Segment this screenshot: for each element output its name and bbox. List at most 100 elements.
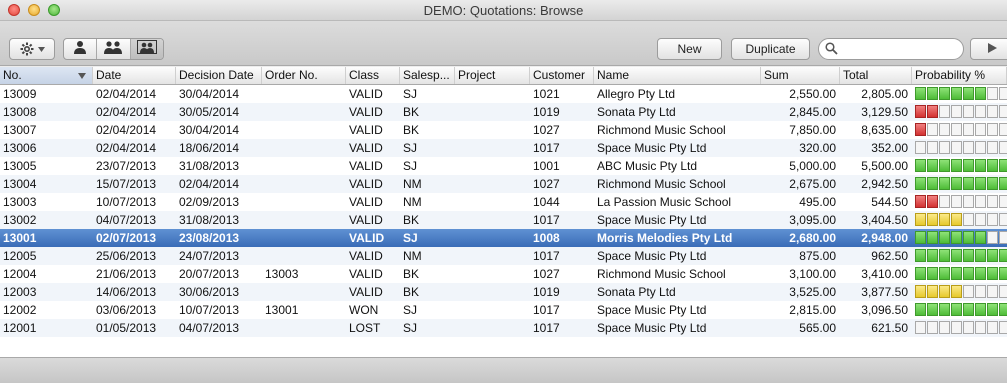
table-row[interactable]: 13004 15/07/2013 02/04/2014 VALID NM 1027 Rich… xyxy=(0,175,1007,193)
column-header-sum[interactable]: Sum xyxy=(761,67,840,84)
cell-order xyxy=(262,319,346,337)
table-row[interactable]: 13009 02/04/2014 30/04/2014 VALID SJ 1021 Alle… xyxy=(0,85,1007,103)
single-view-button[interactable] xyxy=(64,39,98,59)
table-row[interactable]: 12002 03/06/2013 10/07/2013 13001 WON SJ 1017 S… xyxy=(0,301,1007,319)
probability-meter xyxy=(915,195,1007,209)
probability-segment xyxy=(927,303,938,316)
title-bar[interactable]: DEMO: Quotations: Browse xyxy=(0,0,1007,21)
probability-segment xyxy=(963,195,974,208)
probability-segment xyxy=(951,321,962,334)
probability-segment xyxy=(927,105,938,118)
cell-customer: 1027 xyxy=(533,267,560,281)
cell-project xyxy=(455,283,530,301)
cell-sum: 7,850.00 xyxy=(789,123,836,137)
table-row[interactable]: 13003 10/07/2013 02/09/2013 VALID NM 1044 La P… xyxy=(0,193,1007,211)
cell-date: 15/07/2013 xyxy=(96,177,157,191)
window-title: DEMO: Quotations: Browse xyxy=(423,3,584,18)
column-header-decision[interactable]: Decision Date xyxy=(176,67,262,84)
cell-name: Space Music Pty Ltd xyxy=(597,141,707,155)
cell-order xyxy=(262,229,346,247)
probability-segment xyxy=(951,267,962,280)
probability-segment xyxy=(927,231,938,244)
cell-project xyxy=(455,103,530,121)
cell-date: 21/06/2013 xyxy=(96,267,157,281)
new-button[interactable]: New xyxy=(657,38,722,60)
probability-segment xyxy=(999,267,1007,280)
table-row[interactable]: 12003 14/06/2013 30/06/2013 VALID BK 1019 Sona… xyxy=(0,283,1007,301)
probability-segment xyxy=(939,87,950,100)
list-view-button[interactable] xyxy=(97,39,131,59)
cell-decision: 23/08/2013 xyxy=(179,231,240,245)
probability-segment xyxy=(987,87,998,100)
probability-segment xyxy=(951,231,962,244)
column-header-customer[interactable]: Customer xyxy=(530,67,594,84)
search-icon xyxy=(825,42,838,60)
probability-segment xyxy=(951,303,962,316)
probability-segment xyxy=(963,87,974,100)
cell-salesp: SJ xyxy=(403,321,418,335)
cell-salesp: SJ xyxy=(403,303,418,317)
table-row[interactable]: 13007 02/04/2014 30/04/2014 VALID BK 1027 Rich… xyxy=(0,121,1007,139)
probability-segment xyxy=(927,141,938,154)
probability-meter xyxy=(915,303,1007,317)
cell-customer: 1017 xyxy=(533,321,560,335)
column-header-class[interactable]: Class xyxy=(346,67,400,84)
table-row[interactable]: 13008 02/04/2014 30/05/2014 VALID BK 1019 Sona… xyxy=(0,103,1007,121)
probability-meter xyxy=(915,123,1007,137)
forward-button[interactable] xyxy=(970,38,1007,60)
actions-menu-button[interactable] xyxy=(9,38,55,60)
column-header-order[interactable]: Order No. xyxy=(262,67,346,84)
cell-salesp: BK xyxy=(403,213,420,227)
cell-name: Allegro Pty Ltd xyxy=(597,87,676,101)
probability-segment xyxy=(987,213,998,226)
cell-no: 13002 xyxy=(3,213,37,227)
table-row[interactable]: 13002 04/07/2013 31/08/2013 VALID BK 1017 Spac… xyxy=(0,211,1007,229)
duplicate-button[interactable]: Duplicate xyxy=(731,38,810,60)
cell-class: VALID xyxy=(349,195,383,209)
cell-salesp: BK xyxy=(403,267,420,281)
cell-order xyxy=(262,103,346,121)
probability-meter xyxy=(915,105,1007,119)
table-row[interactable]: 12005 25/06/2013 24/07/2013 VALID NM 1017 Spac… xyxy=(0,247,1007,265)
cell-decision: 31/08/2013 xyxy=(179,159,240,173)
table-row[interactable]: 13005 23/07/2013 31/08/2013 VALID SJ 1001 ABC … xyxy=(0,157,1007,175)
search-field[interactable] xyxy=(818,38,964,60)
column-header-project[interactable]: Project xyxy=(455,67,530,84)
cell-salesp: SJ xyxy=(403,141,418,155)
column-header-name[interactable]: Name xyxy=(594,67,761,84)
cell-decision: 04/07/2013 xyxy=(179,321,240,335)
column-header-salesp[interactable]: Salesp... xyxy=(400,67,455,84)
probability-segment xyxy=(999,303,1007,316)
column-header-total[interactable]: Total xyxy=(840,67,912,84)
table-row[interactable]: 12001 01/05/2013 04/07/2013 LOST SJ 1017 Space… xyxy=(0,319,1007,337)
probability-segment xyxy=(927,267,938,280)
cell-name: La Passion Music School xyxy=(597,195,732,209)
probability-segment xyxy=(987,177,998,190)
probability-segment xyxy=(999,123,1007,136)
probability-segment xyxy=(927,195,938,208)
cell-class: VALID xyxy=(349,267,383,281)
cell-order xyxy=(262,157,346,175)
cell-no: 12001 xyxy=(3,321,37,335)
cell-total: 2,805.00 xyxy=(861,87,908,101)
table-row[interactable]: 12004 21/06/2013 20/07/2013 13003 VALID BK 102… xyxy=(0,265,1007,283)
probability-meter xyxy=(915,267,1007,281)
cell-date: 02/07/2013 xyxy=(96,231,157,245)
column-header-date[interactable]: Date xyxy=(93,67,176,84)
column-header-no[interactable]: No. xyxy=(0,67,93,84)
cell-name: Sonata Pty Ltd xyxy=(597,105,676,119)
quotations-table[interactable]: No. Date Decision Date Order No. Class Salesp… xyxy=(0,67,1007,357)
probability-meter xyxy=(915,177,1007,191)
cell-customer: 1027 xyxy=(533,177,560,191)
probability-segment xyxy=(963,231,974,244)
probability-segment xyxy=(927,123,938,136)
cell-name: Richmond Music School xyxy=(597,267,726,281)
cell-decision: 30/06/2013 xyxy=(179,285,240,299)
probability-segment xyxy=(927,87,938,100)
table-row[interactable]: 13006 02/04/2014 18/06/2014 VALID SJ 1017 Spac… xyxy=(0,139,1007,157)
table-row[interactable]: 13001 02/07/2013 23/08/2013 VALID SJ 1008 Morr… xyxy=(0,229,1007,247)
column-header-prob[interactable]: Probability % xyxy=(912,67,1007,84)
cell-class: VALID xyxy=(349,87,383,101)
cell-class: VALID xyxy=(349,213,383,227)
browse-view-button[interactable] xyxy=(130,39,163,59)
